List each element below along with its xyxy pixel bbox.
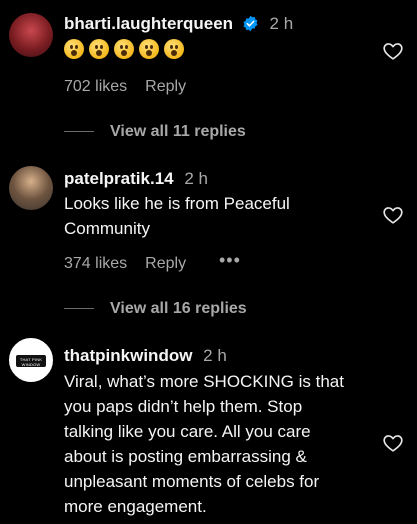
username-link[interactable]: bharti.laughterqueen	[64, 14, 233, 33]
comment-text-line: talking like you care. All you care	[64, 422, 311, 441]
comment-time: 2 h	[184, 169, 208, 188]
comment-text-line: Looks like he is from Peaceful	[64, 194, 290, 213]
comment-meta: 374 likes Reply	[64, 255, 186, 273]
like-heart-icon[interactable]	[382, 432, 404, 454]
view-replies-label: View all 11 replies	[110, 123, 246, 140]
comment-time: 2 h	[269, 14, 294, 33]
emoji-row	[64, 39, 189, 64]
comment-meta: 702 likes Reply	[64, 78, 186, 96]
comment-text: Looks like he is from Peaceful Community	[64, 191, 364, 241]
username-link[interactable]: patelpratik.14	[64, 169, 174, 188]
comment-text: Viral, what’s more SHOCKING is that you …	[64, 369, 364, 519]
astonished-emoji-icon	[89, 39, 109, 59]
avatar[interactable]	[9, 13, 53, 57]
view-replies-button[interactable]: View all 11 replies	[64, 123, 246, 141]
astonished-emoji-icon	[64, 39, 84, 59]
avatar-logo-text: THAT PINK WINDOW	[19, 357, 43, 367]
comment-text-line: Viral, what’s more SHOCKING is that	[64, 372, 344, 391]
divider-line	[64, 308, 94, 310]
avatar-logo: THAT PINK WINDOW	[16, 355, 46, 367]
comment-text-line: you paps didn’t help them. Stop	[64, 397, 303, 416]
avatar[interactable]: THAT PINK WINDOW	[9, 338, 53, 382]
view-replies-label: View all 16 replies	[110, 300, 247, 317]
more-options-button[interactable]: •••	[219, 250, 241, 271]
comment-header: bharti.laughterqueen 2 h	[64, 14, 293, 34]
view-replies-button[interactable]: View all 16 replies	[64, 300, 247, 318]
astonished-emoji-icon	[164, 39, 184, 59]
likes-count[interactable]: 702 likes	[64, 78, 127, 95]
divider-line	[64, 131, 94, 133]
likes-count[interactable]: 374 likes	[64, 255, 127, 272]
like-heart-icon[interactable]	[382, 40, 404, 62]
astonished-emoji-icon	[114, 39, 134, 59]
comment-text-line: about is posting embarrassing &	[64, 447, 307, 466]
avatar[interactable]	[9, 166, 53, 210]
like-heart-icon[interactable]	[382, 204, 404, 226]
comment-text-line: Community	[64, 219, 150, 238]
reply-button[interactable]: Reply	[145, 78, 186, 95]
comment-header: thatpinkwindow 2 h	[64, 346, 227, 366]
comment-header: patelpratik.14 2 h	[64, 169, 208, 189]
username-link[interactable]: thatpinkwindow	[64, 346, 192, 365]
astonished-emoji-icon	[139, 39, 159, 59]
comment-text-line: unpleasant moments of celebs for	[64, 472, 320, 491]
comment-time: 2 h	[203, 346, 227, 365]
reply-button[interactable]: Reply	[145, 255, 186, 272]
comment-text-line: more engagement.	[64, 497, 207, 516]
verified-badge-icon	[243, 15, 258, 32]
